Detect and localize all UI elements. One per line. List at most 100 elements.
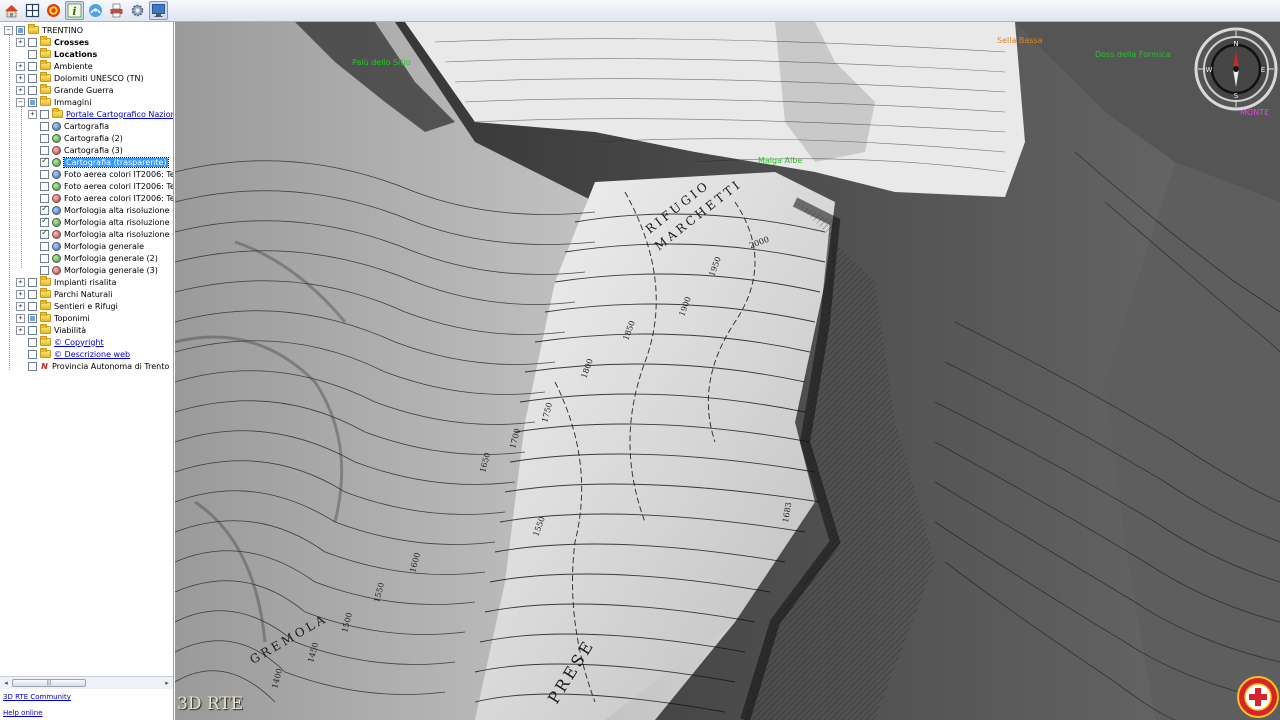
tree-item-viabilita[interactable]: + Viabilità (16, 324, 86, 336)
tree-item-foto-aerea-1[interactable]: Foto aerea colori IT2006: Terra (28, 168, 173, 180)
checkbox[interactable] (28, 73, 37, 83)
tree-item-impianti[interactable]: + Impianti risalita (16, 276, 116, 288)
expand-icon[interactable]: + (16, 61, 25, 71)
checkbox[interactable] (40, 169, 49, 179)
tree-item-cartografia-2[interactable]: Cartografia (2) (28, 132, 123, 144)
horizontal-scrollbar[interactable]: ◂ ||| ▸ (0, 676, 173, 689)
tree-item-toponimi[interactable]: + Toponimi (16, 312, 90, 324)
place-label[interactable]: Sella Bassa (997, 36, 1043, 45)
tree-item-morfologia-generale-2[interactable]: Morfologia generale (2) (28, 252, 158, 264)
settings-icon[interactable] (128, 1, 147, 20)
checkbox[interactable] (28, 289, 37, 299)
compass-icon[interactable]: N E S W (1193, 26, 1279, 112)
tree-item-cartografia-3[interactable]: Cartografia (3) (28, 144, 123, 156)
checkbox[interactable] (28, 337, 37, 347)
checkbox[interactable] (16, 25, 25, 35)
expand-icon[interactable]: + (28, 109, 37, 119)
info-icon[interactable]: i (65, 1, 84, 20)
map-viewport[interactable]: RIFUGIO MARCHETTI PRESE GREMOLA 2000 195… (175, 22, 1280, 720)
checkbox[interactable] (28, 97, 37, 107)
tree-item-foto-aerea-3[interactable]: Foto aerea colori IT2006: Terra (28, 192, 173, 204)
checkbox[interactable] (28, 61, 37, 71)
expand-icon[interactable]: + (16, 289, 25, 299)
checkbox[interactable] (40, 109, 49, 119)
expand-icon[interactable]: + (16, 73, 25, 83)
tree-item-portale[interactable]: + Portale Cartografico Nazionale (28, 108, 173, 120)
collapse-icon[interactable]: − (16, 97, 25, 107)
tree-label[interactable]: © Copyright (54, 338, 104, 347)
checkbox[interactable] (28, 85, 37, 95)
navigation-icon[interactable] (86, 1, 105, 20)
community-link[interactable]: 3D RTE Community (3, 693, 71, 701)
checkbox[interactable] (40, 133, 49, 143)
folder-icon (40, 84, 51, 94)
checkbox[interactable] (40, 204, 49, 215)
expand-icon[interactable]: + (16, 313, 25, 323)
checkbox[interactable] (28, 325, 37, 335)
checkbox[interactable] (28, 349, 37, 359)
grid-icon[interactable] (23, 1, 42, 20)
tree-item-morfologia-alta-3[interactable]: Morfologia alta risoluzione (sc (28, 228, 173, 240)
checkbox[interactable] (40, 121, 49, 131)
checkbox[interactable] (28, 313, 37, 323)
tree-item-cartografia-trasparente[interactable]: Cartografia (trasparente) (28, 156, 170, 168)
tree-item-sentieri[interactable]: + Sentieri e Rifugi (16, 300, 118, 312)
tree-item-grande-guerra[interactable]: + Grande Guerra (16, 84, 114, 96)
folder-icon (40, 48, 51, 58)
expand-icon[interactable]: + (16, 277, 25, 287)
checkbox[interactable] (28, 37, 37, 47)
checkbox[interactable] (40, 253, 49, 263)
checkbox[interactable] (40, 216, 49, 227)
tree-label: Cartografia (2) (64, 133, 123, 143)
checkbox[interactable] (40, 145, 49, 155)
expand-icon[interactable]: + (16, 325, 25, 335)
checkbox[interactable] (28, 49, 37, 59)
help-link[interactable]: Help online (3, 709, 43, 717)
monitor-icon[interactable] (149, 1, 168, 20)
tree-label: Morfologia generale (64, 241, 144, 251)
globe-icon (52, 229, 61, 239)
checkbox[interactable] (40, 241, 49, 251)
print-icon[interactable] (107, 1, 126, 20)
place-label[interactable]: Palù dello Sitio (352, 58, 411, 67)
tree-item-immagini[interactable]: − Immagini (16, 96, 91, 108)
checkbox[interactable] (28, 301, 37, 311)
checkbox[interactable] (28, 361, 37, 371)
tree-item-locations[interactable]: Locations (16, 48, 97, 60)
expand-icon[interactable]: + (16, 37, 25, 47)
collapse-icon[interactable]: − (4, 25, 13, 35)
tree-item-foto-aerea-2[interactable]: Foto aerea colori IT2006: Terra (28, 180, 173, 192)
tree-item-crosses[interactable]: + Crosses (16, 36, 89, 48)
tree-item-ambiente[interactable]: + Ambiente (16, 60, 93, 72)
scroll-right-icon[interactable]: ▸ (162, 678, 172, 688)
tree-item-morfologia-generale-3[interactable]: Morfologia generale (3) (28, 264, 158, 276)
tree-item-morfologia-alta-1[interactable]: Morfologia alta risoluzione (sc (28, 204, 173, 216)
layer-sidebar: − TRENTINO + Crosses Locations + Ambient… (0, 22, 174, 720)
tree-item-provincia[interactable]: N Provincia Autonoma di Trento (16, 360, 169, 372)
tree-item-parchi[interactable]: + Parchi Naturali (16, 288, 112, 300)
tree-label[interactable]: Portale Cartografico Nazionale (66, 110, 173, 119)
tree-item-descrizione[interactable]: © Descrizione web (16, 348, 130, 360)
expand-icon[interactable]: + (16, 301, 25, 311)
checkbox[interactable] (40, 228, 49, 239)
tree-item-morfologia-alta-2[interactable]: Morfologia alta risoluzione (sc (28, 216, 173, 228)
target-icon[interactable] (44, 1, 63, 20)
checkbox[interactable] (28, 277, 37, 287)
checkbox[interactable] (40, 193, 49, 203)
place-label[interactable]: Doss della Formica (1095, 50, 1171, 59)
tree-root[interactable]: − TRENTINO (4, 24, 83, 36)
checkbox[interactable] (40, 156, 49, 167)
expand-icon[interactable]: + (16, 85, 25, 95)
scroll-left-icon[interactable]: ◂ (1, 678, 11, 688)
home-icon[interactable] (2, 1, 21, 20)
tree-item-copyright[interactable]: © Copyright (16, 336, 104, 348)
scroll-thumb[interactable]: ||| (12, 679, 86, 687)
tree-item-morfologia-generale-1[interactable]: Morfologia generale (28, 240, 144, 252)
tree-item-dolomiti[interactable]: + Dolomiti UNESCO (TN) (16, 72, 144, 84)
tree-item-cartografia[interactable]: Cartografia (28, 120, 109, 132)
checkbox[interactable] (40, 265, 49, 275)
tree-label[interactable]: © Descrizione web (54, 350, 130, 359)
folder-icon (40, 312, 51, 322)
place-label[interactable]: Malga Albe (758, 156, 802, 165)
checkbox[interactable] (40, 181, 49, 191)
